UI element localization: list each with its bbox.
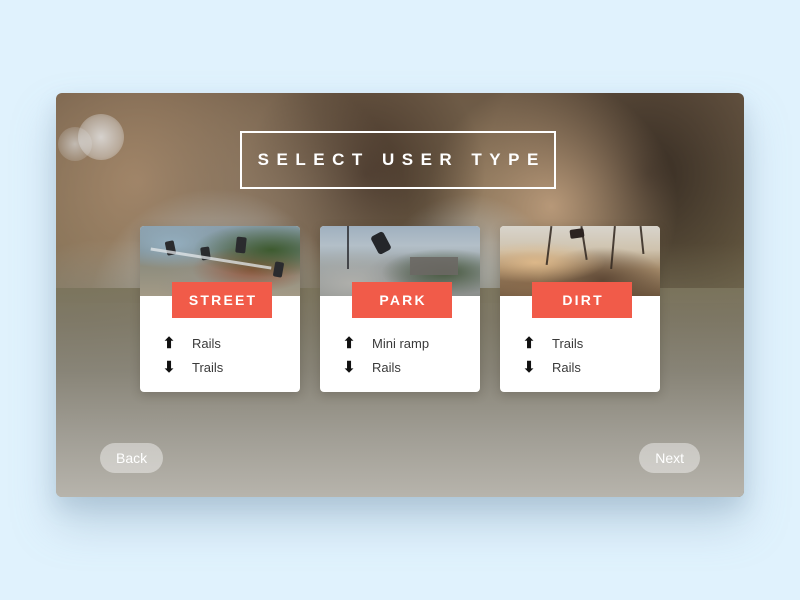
card-badge-dirt: DIRT (532, 282, 632, 318)
option-label: Mini ramp (372, 335, 430, 351)
option-label: Rails (372, 359, 401, 375)
option-label: Rails (552, 359, 581, 375)
option-label: Rails (192, 335, 221, 351)
user-type-card-dirt[interactable]: DIRT ⬆ Trails ⬇ Rails (500, 226, 660, 392)
card-badge-label: PARK (379, 292, 427, 308)
user-type-card-list: STREET ⬆ Rails ⬇ Trails PARK ⬆ Mini ramp… (56, 226, 744, 392)
user-type-panel: SELECT USER TYPE STREET ⬆ Rails ⬇ Trails… (56, 93, 744, 497)
back-button[interactable]: Back (100, 443, 164, 473)
option-row[interactable]: ⬇ Rails (336, 356, 464, 378)
option-row[interactable]: ⬆ Mini ramp (336, 332, 464, 354)
up-arrow-icon: ⬆ (342, 334, 356, 352)
option-label: Trails (192, 359, 224, 375)
screen: SELECT USER TYPE STREET ⬆ Rails ⬇ Trails… (0, 0, 800, 600)
footer-actions: Back Next (56, 443, 744, 473)
card-badge-label: DIRT (562, 292, 604, 308)
option-row[interactable]: ⬆ Rails (156, 332, 284, 354)
up-arrow-icon: ⬆ (522, 334, 536, 352)
option-row[interactable]: ⬇ Trails (156, 356, 284, 378)
bokeh-highlight-secondary (58, 127, 92, 161)
option-row[interactable]: ⬇ Rails (516, 356, 644, 378)
down-arrow-icon: ⬇ (342, 358, 356, 376)
card-options-park: ⬆ Mini ramp ⬇ Rails (320, 332, 480, 378)
card-badge-street: STREET (172, 282, 272, 318)
card-badge-label: STREET (188, 292, 258, 308)
up-arrow-icon: ⬆ (162, 334, 176, 352)
card-options-dirt: ⬆ Trails ⬇ Rails (500, 332, 660, 378)
down-arrow-icon: ⬇ (162, 358, 176, 376)
page-title: SELECT USER TYPE (257, 150, 546, 169)
page-title-box: SELECT USER TYPE (240, 131, 556, 189)
down-arrow-icon: ⬇ (522, 358, 536, 376)
card-badge-park: PARK (352, 282, 452, 318)
user-type-card-park[interactable]: PARK ⬆ Mini ramp ⬇ Rails (320, 226, 480, 392)
card-options-street: ⬆ Rails ⬇ Trails (140, 332, 300, 378)
next-button[interactable]: Next (639, 443, 700, 473)
option-label: Trails (552, 335, 584, 351)
user-type-card-street[interactable]: STREET ⬆ Rails ⬇ Trails (140, 226, 300, 392)
option-row[interactable]: ⬆ Trails (516, 332, 644, 354)
